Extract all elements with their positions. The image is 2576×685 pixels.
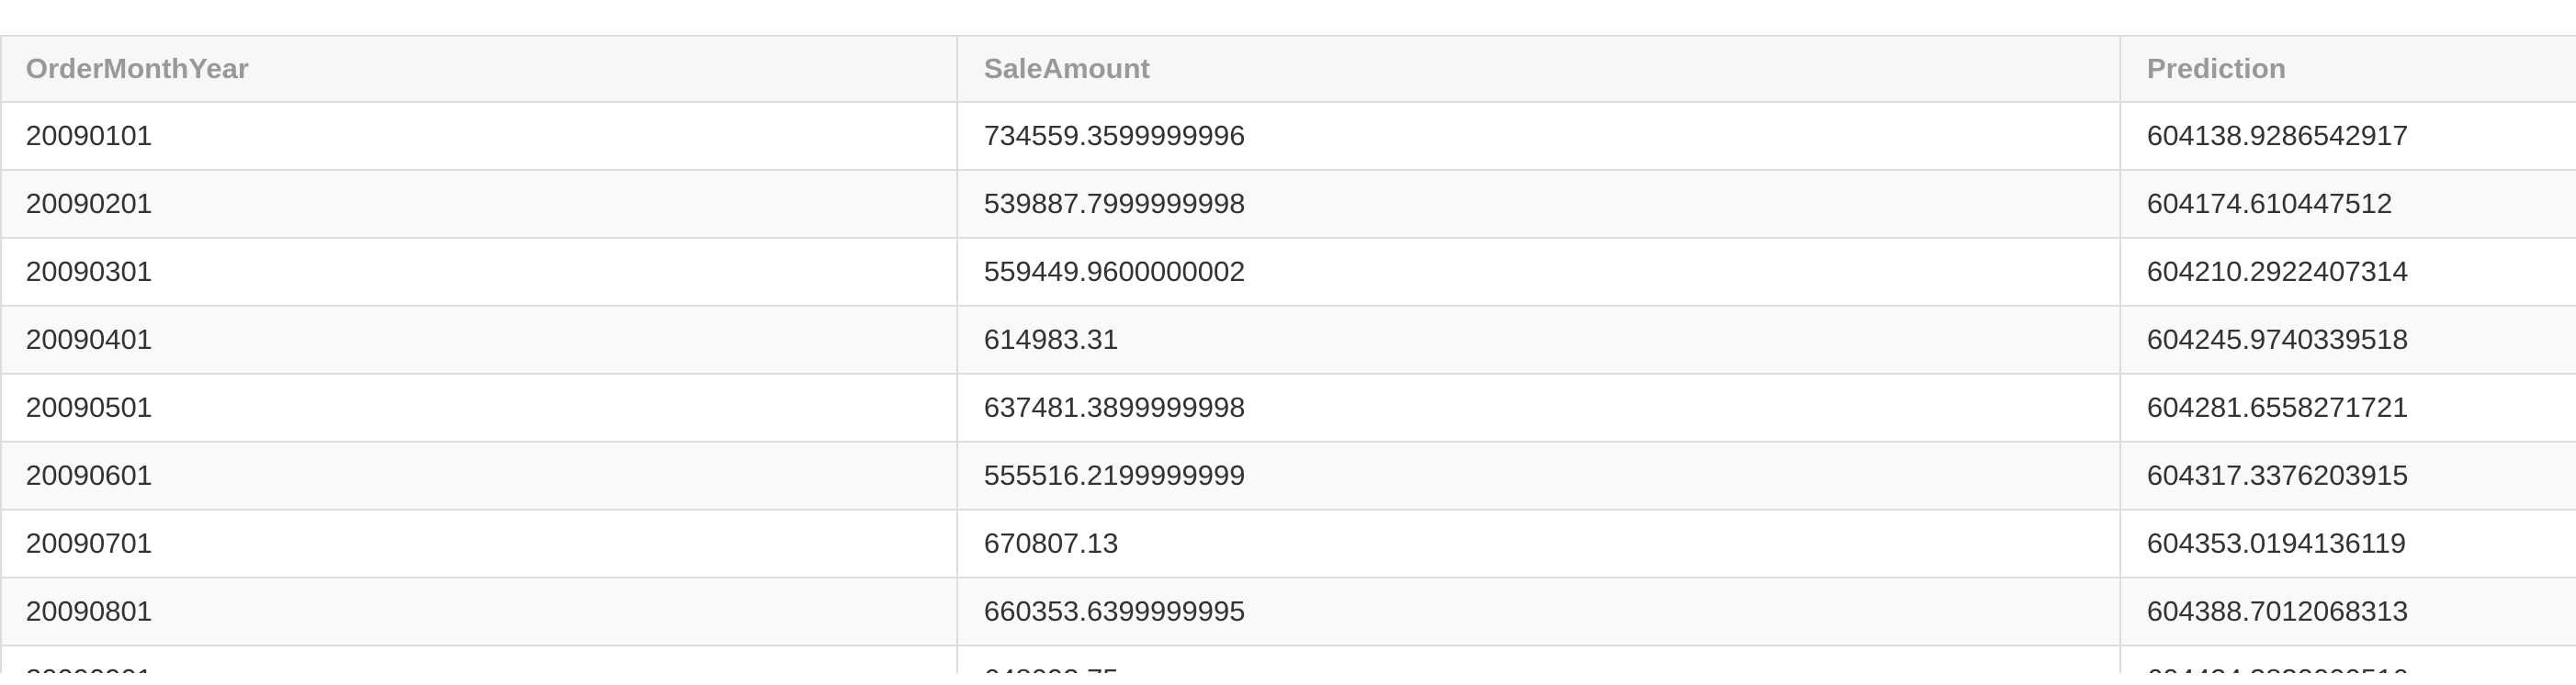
cell-prediction: 604174.610447512 [2119,170,2576,239]
cell-saleamount: 637481.3899999998 [956,374,2120,443]
cell-ordermonthyear: 20090501 [0,374,957,443]
cell-saleamount: 539887.7999999998 [956,170,2120,239]
cell-ordermonthyear: 20090401 [0,306,957,375]
cell-saleamount: 559449.9600000002 [956,238,2120,307]
cell-ordermonthyear: 20090601 [0,442,957,511]
table-clip-edge [0,673,2576,685]
table-row: 20090501 637481.3899999998 604281.655827… [0,374,2576,443]
table-row: 20090201 539887.7999999998 604174.610447… [0,170,2576,239]
cell-prediction: 604317.3376203915 [2119,442,2576,511]
cell-prediction: 604138.9286542917 [2119,102,2576,171]
column-header-prediction[interactable]: Prediction [2119,37,2576,103]
column-header-saleamount[interactable]: SaleAmount [956,37,2120,103]
cell-ordermonthyear: 20090301 [0,238,957,307]
cell-prediction: 604388.7012068313 [2119,578,2576,646]
table-row: 20090801 660353.6399999995 604388.701206… [0,578,2576,646]
cell-prediction: 604353.0194136119 [2119,510,2576,578]
column-header-ordermonthyear[interactable]: OrderMonthYear [0,37,957,103]
results-table: OrderMonthYear SaleAmount Prediction 200… [0,37,2576,675]
cell-saleamount: 555516.2199999999 [956,442,2120,511]
cell-saleamount: 734559.3599999996 [956,102,2120,171]
cell-prediction: 604424.3830000516 [2119,646,2576,675]
cell-ordermonthyear: 20090901 [0,646,957,675]
cell-prediction: 604245.9740339518 [2119,306,2576,375]
table-row: 20090101 734559.3599999996 604138.928654… [0,102,2576,171]
cell-saleamount: 670807.13 [956,510,2120,578]
cell-saleamount: 614983.31 [956,306,2120,375]
cell-saleamount: 648092.75 [956,646,2120,675]
cell-ordermonthyear: 20090801 [0,578,957,646]
table-row: 20090401 614983.31 604245.9740339518 [0,306,2576,375]
table-header-row: OrderMonthYear SaleAmount Prediction [0,37,2576,103]
cell-prediction: 604210.2922407314 [2119,238,2576,307]
table-row: 20090601 555516.2199999999 604317.337620… [0,442,2576,511]
results-table-container: OrderMonthYear SaleAmount Prediction 200… [0,35,2576,675]
table-row: 20090301 559449.9600000002 604210.292240… [0,238,2576,307]
cell-ordermonthyear: 20090201 [0,170,957,239]
cell-ordermonthyear: 20090101 [0,102,957,171]
cell-ordermonthyear: 20090701 [0,510,957,578]
cell-saleamount: 660353.6399999995 [956,578,2120,646]
cell-prediction: 604281.6558271721 [2119,374,2576,443]
table-left-border [0,35,2,673]
table-row: 20090901 648092.75 604424.3830000516 [0,646,2576,675]
table-row: 20090701 670807.13 604353.0194136119 [0,510,2576,578]
